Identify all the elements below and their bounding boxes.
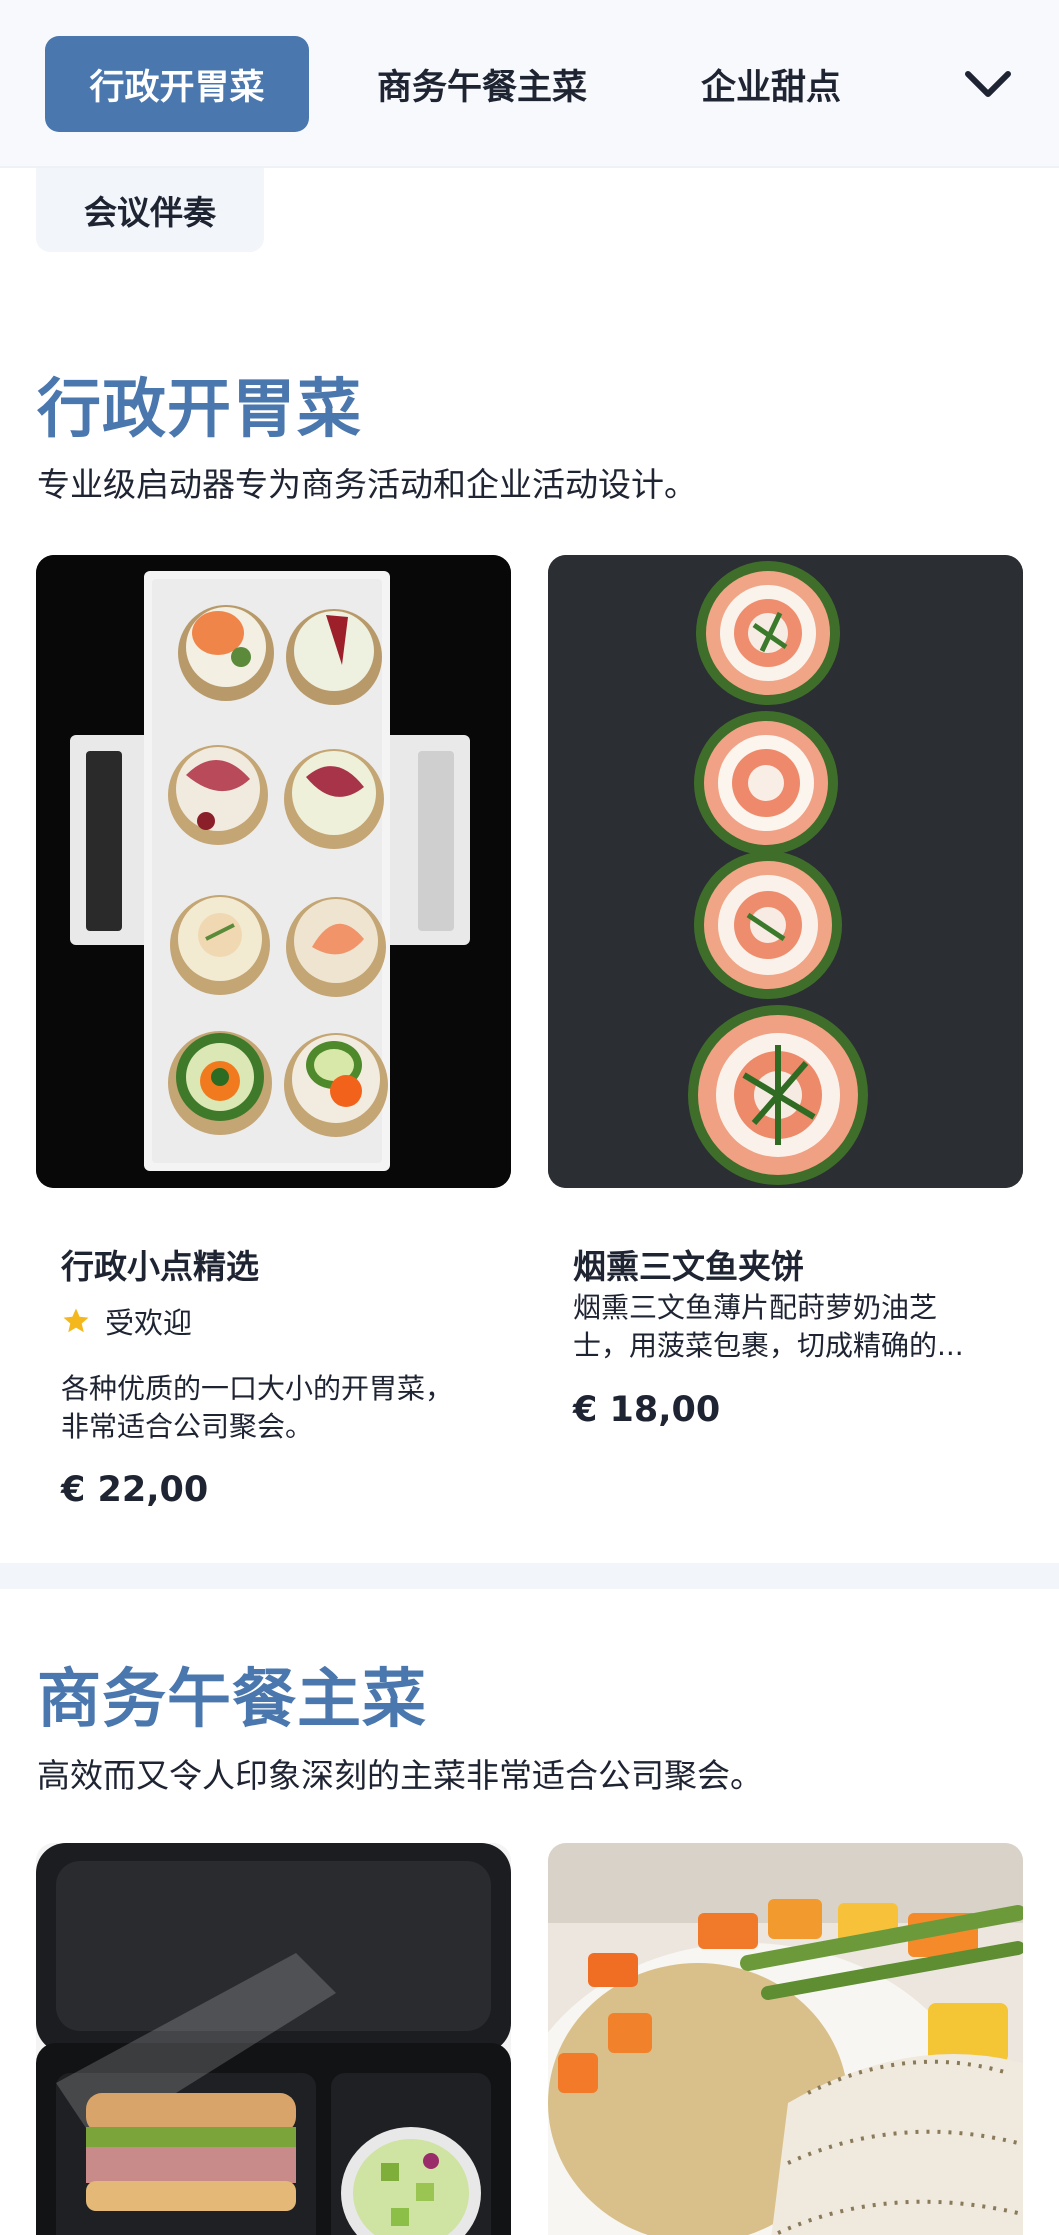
description-line: 烟熏三文鱼薄片配莳萝奶油芝 [573,1291,938,1324]
product-price-canape-selection: € 22,00 [61,1470,209,1510]
product-image-chicken-quinoa[interactable] [548,1843,1023,2235]
section-description-lunch-mains: 高效而又令人印象深刻的主菜非常适合公司聚会。 [37,1756,763,1795]
tab-business-lunch-mains[interactable]: 商务午餐主菜 [350,36,614,132]
section-title-lunch-mains: 商务午餐主菜 [37,1663,427,1737]
popular-badge-label: 受欢迎 [105,1306,193,1340]
product-image-canape-selection[interactable] [36,555,511,1188]
tab-corporate-desserts[interactable]: 企业甜点 [660,36,882,132]
product-price-salmon-pinwheels: € 18,00 [573,1390,721,1430]
category-nav: 行政开胃菜 商务午餐主菜 企业甜点 [0,0,1059,168]
tab-meeting-accompaniments[interactable]: 会议伴奏 [36,168,264,252]
star-icon [63,1308,89,1333]
description-line: 非常适合公司聚会。 [61,1410,314,1443]
tab-executive-appetizers[interactable]: 行政开胃菜 [45,36,309,132]
product-name-canape-selection[interactable]: 行政小点精选 [61,1240,259,1288]
description-line: 各种优质的一口大小的开胃菜， [61,1372,454,1405]
popular-badge: 受欢迎 [61,1300,192,1342]
description-line: 士，用菠菜包裹，切成精确的... [573,1329,964,1362]
product-description-canape-selection: 各种优质的一口大小的开胃菜， 非常适合公司聚会。 [61,1370,453,1446]
section-description-appetizers: 专业级启动器专为商务活动和企业活动设计。 [37,465,697,504]
product-description-salmon-pinwheels: 烟熏三文鱼薄片配莳萝奶油芝 士，用菠菜包裹，切成精确的... [573,1289,964,1365]
product-name-salmon-pinwheels[interactable]: 烟熏三文鱼夹饼 [573,1240,804,1288]
product-image-salmon-pinwheels[interactable] [548,555,1023,1188]
chevron-down-icon[interactable] [960,60,1016,108]
section-title-appetizers: 行政开胃菜 [37,373,362,447]
product-image-boxed-lunch[interactable] [36,1843,511,2235]
section-divider [0,1563,1059,1589]
